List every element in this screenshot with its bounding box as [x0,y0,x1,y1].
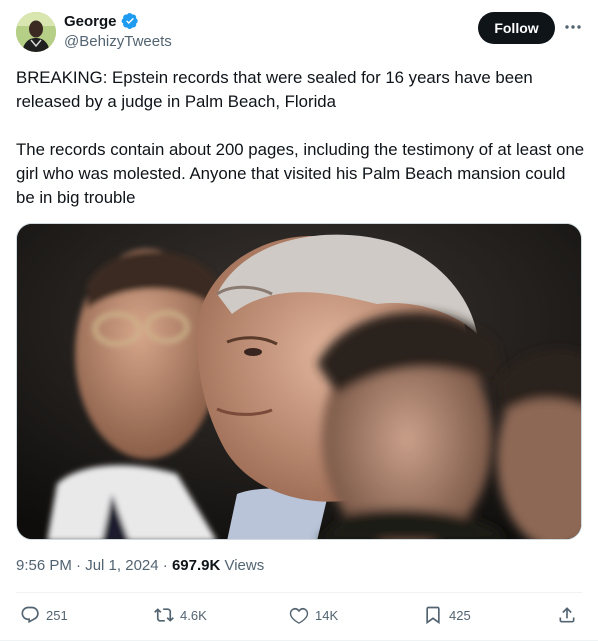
tweet-meta: 9:56 PM · Jul 1, 2024 · 697.9K Views [16,557,264,574]
author-name-row[interactable]: George [64,12,139,30]
views-label: Views [220,557,265,574]
reply-button[interactable]: 251 [20,605,68,625]
author-handle[interactable]: @BehizyTweets [64,33,172,50]
follow-button[interactable]: Follow [478,12,555,44]
reply-count: 251 [46,607,68,623]
share-icon [559,607,575,623]
tweet-date[interactable]: Jul 1, 2024 [85,557,158,574]
views-count: 697.9K [171,557,221,574]
avatar[interactable] [16,12,56,52]
avatar-image [16,12,56,52]
verified-badge-icon [121,12,139,30]
share-button[interactable] [557,605,577,625]
bookmark-count: 425 [449,607,471,623]
divider [16,592,582,593]
retweet-button[interactable]: 4.6K [154,605,207,625]
retweet-icon [154,608,174,622]
meta-separator: · [158,557,172,574]
reply-icon [21,606,39,624]
tweet-media-photo[interactable] [16,223,582,540]
bookmark-button[interactable]: 425 [423,605,471,625]
tweet-text: BREAKING: Epstein records that were seal… [16,68,585,207]
more-options-icon[interactable] [562,16,584,38]
heart-icon [289,607,309,624]
like-count: 14K [315,607,339,623]
tweet-time[interactable]: 9:56 PM [16,557,72,574]
tweet-card: George @BehizyTweets Follow BREAKING: Ep… [0,0,598,641]
meta-separator: · [71,557,86,574]
photo-image [17,224,581,539]
bookmark-icon [426,606,440,625]
author-display-name[interactable]: George [64,13,117,30]
like-button[interactable]: 14K [289,605,338,625]
retweet-count: 4.6K [180,607,207,623]
